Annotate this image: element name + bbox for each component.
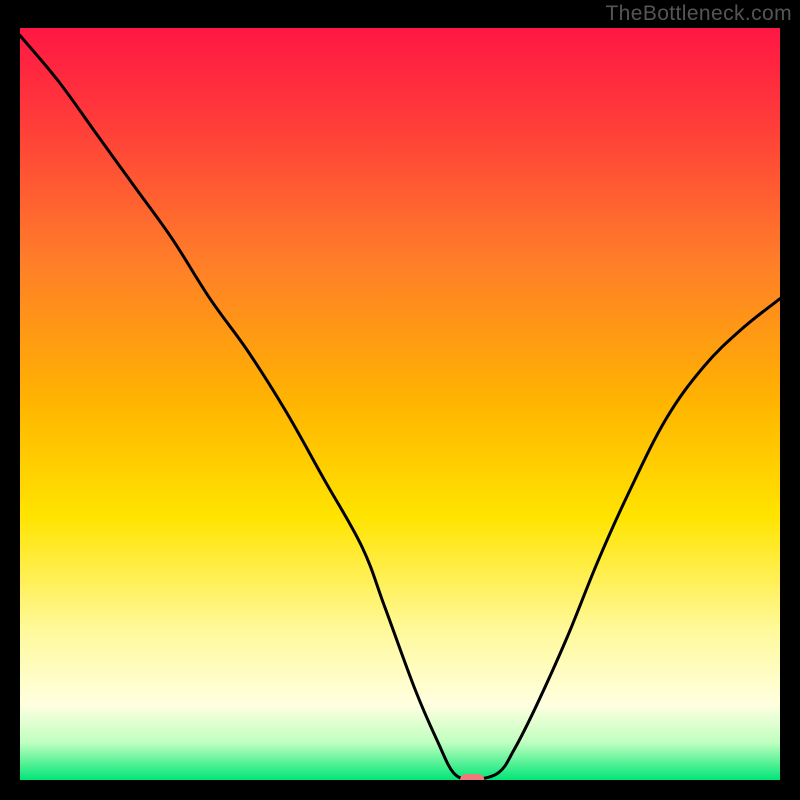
curve-minimum-marker	[460, 774, 484, 780]
chart-svg	[20, 28, 780, 780]
chart-background	[20, 28, 780, 780]
chart-root: TheBottleneck.com	[0, 0, 800, 800]
watermark-text: TheBottleneck.com	[605, 2, 792, 26]
plot-frame	[20, 28, 780, 780]
plot-area	[20, 28, 780, 780]
